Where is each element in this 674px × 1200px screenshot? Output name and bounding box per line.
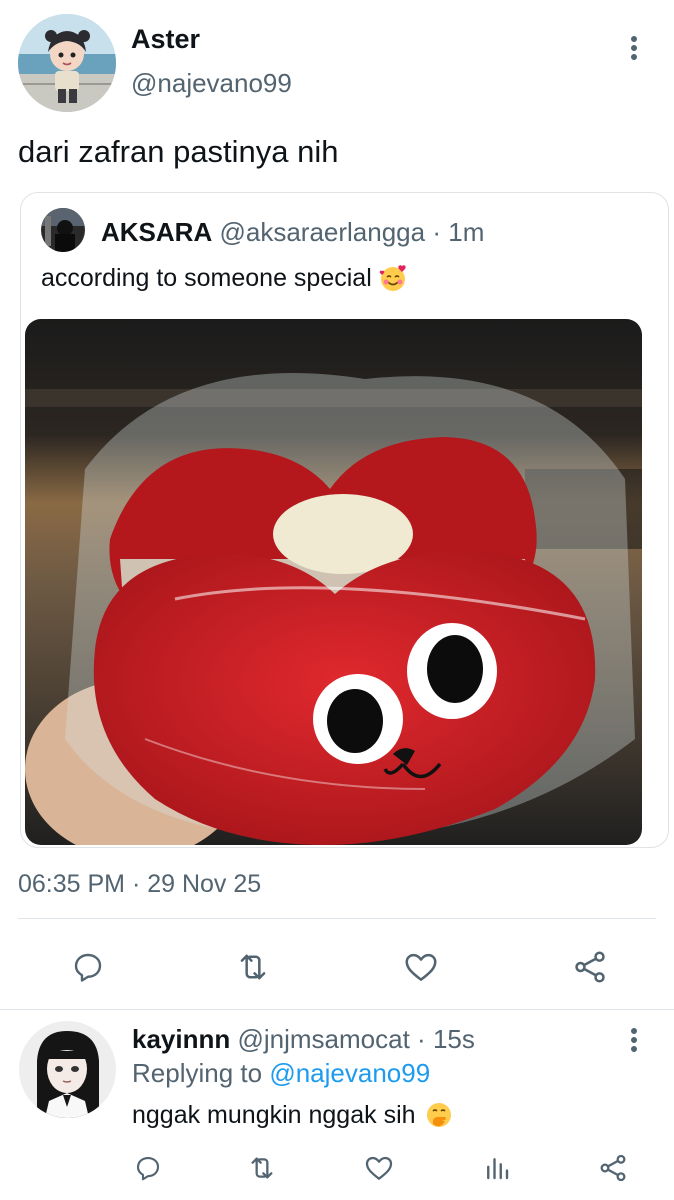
tweet-detail-page: Aster @najevano99 dari zafran pastinya n… — [0, 0, 674, 1200]
quote-time: 1m — [448, 217, 485, 247]
more-options-button[interactable] — [614, 30, 654, 66]
tweet-text: dari zafran pastinya nih — [18, 134, 339, 169]
quote-text: according to someone special — [41, 263, 372, 292]
share-icon — [600, 1154, 626, 1182]
quote-meta: AKSARA @aksaraerlangga · 1m — [101, 217, 484, 248]
reply-share-button[interactable] — [591, 1146, 635, 1190]
avatar[interactable] — [18, 14, 116, 112]
tweet-action-bar — [0, 940, 674, 994]
reply-avatar[interactable] — [19, 1021, 116, 1118]
quote-author-name: AKSARA — [101, 217, 213, 247]
reply-author-handle[interactable]: @jnjmsamocat — [237, 1024, 409, 1054]
reply-time: 15s — [432, 1024, 475, 1054]
reply-reply-button[interactable] — [126, 1146, 170, 1190]
reply-action-bar — [0, 1146, 674, 1190]
speech-bubble-icon — [74, 953, 102, 982]
bar-chart-icon — [487, 1158, 509, 1180]
replying-to-link[interactable]: @najevano99 — [269, 1058, 430, 1088]
reply-text: nggak mungkin nggak sih — [132, 1100, 416, 1129]
main-tweet-header: Aster @najevano99 — [0, 0, 674, 120]
replying-to-line: Replying to @najevano99 — [132, 1058, 430, 1089]
replying-to-label: Replying to — [132, 1058, 263, 1088]
reply-author-name[interactable]: kayinnn — [132, 1024, 230, 1054]
divider — [18, 918, 656, 919]
retweet-icon — [240, 954, 266, 980]
reply-button[interactable] — [66, 945, 110, 989]
tweet-timestamp: 06:35 PM · 29 Nov 25 — [18, 870, 262, 898]
face-with-hand-over-mouth-icon — [426, 1103, 451, 1127]
vertical-dots-icon — [631, 1028, 637, 1052]
reply-more-options-button[interactable] — [614, 1022, 654, 1058]
vertical-dots-icon — [631, 36, 637, 60]
quote-separator: · — [432, 217, 442, 247]
author-name[interactable]: Aster — [131, 24, 200, 55]
quoted-tweet[interactable]: AKSARA @aksaraerlangga · 1m according to… — [20, 192, 669, 848]
retweet-icon — [251, 1157, 273, 1179]
retweet-button[interactable] — [231, 945, 275, 989]
reply-meta: kayinnn @jnjmsamocat · 15s — [132, 1024, 475, 1055]
reply-like-button[interactable] — [357, 1146, 401, 1190]
share-button[interactable] — [568, 945, 612, 989]
reply-retweet-button[interactable] — [240, 1146, 284, 1190]
smiling-face-with-hearts-icon — [379, 265, 406, 291]
heart-icon — [405, 953, 437, 981]
divider — [0, 1009, 674, 1010]
speech-bubble-icon — [136, 1156, 160, 1181]
reply-separator: · — [417, 1024, 426, 1054]
author-handle[interactable]: @najevano99 — [131, 68, 292, 99]
quote-image[interactable] — [25, 319, 642, 845]
share-icon — [575, 951, 605, 983]
heart-icon — [365, 1156, 393, 1180]
quote-author-handle: @aksaraerlangga — [219, 217, 426, 247]
like-button[interactable] — [399, 945, 443, 989]
reply-text-row: nggak mungkin nggak sih — [132, 1100, 454, 1130]
quote-avatar — [41, 208, 85, 252]
quote-text-row: according to someone special — [41, 263, 408, 293]
reply-views-button[interactable] — [475, 1146, 519, 1190]
